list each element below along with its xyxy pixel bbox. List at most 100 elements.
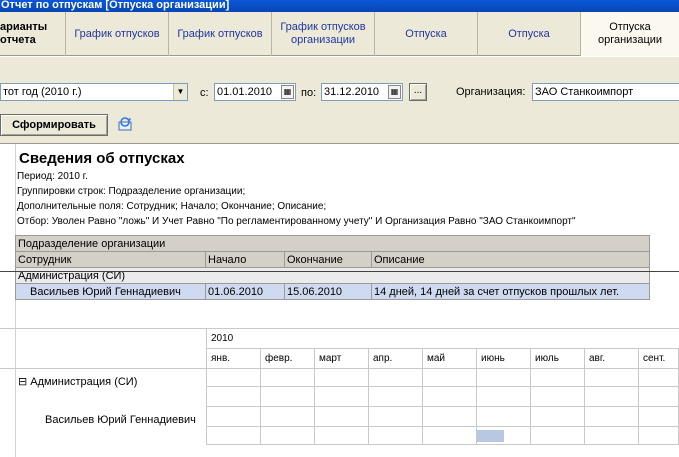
column-header: Описание (371, 251, 650, 268)
calendar-cell (585, 387, 639, 407)
from-date-field[interactable]: 01.01.2010 ▦ (214, 83, 296, 101)
tab-vacations-1[interactable]: Отпуска (375, 12, 478, 56)
calendar-month-label: июль (535, 353, 559, 364)
calendar-month-header: июль (531, 349, 585, 369)
calendar-cell (369, 407, 423, 427)
calendar-cell (207, 387, 261, 407)
report-area: Сведения об отпусках Период: 2010 г. Гру… (0, 143, 679, 457)
calendar-cell (477, 387, 531, 407)
calendar-dept-name: Администрация (СИ) (30, 376, 138, 388)
calendar-label-cell (0, 387, 207, 407)
calendar-cell (531, 369, 585, 387)
calendar-cell (207, 407, 261, 427)
tab-label: Отпуска организации (597, 21, 663, 46)
calendar-month-header: сент. (639, 349, 679, 369)
to-date-field[interactable]: 31.12.2010 ▦ (321, 83, 403, 101)
calendar-cell (261, 407, 315, 427)
tab-org-vacations[interactable]: Отпуска организации (581, 12, 679, 56)
calendar-cell (315, 369, 369, 387)
calendar-cell (531, 427, 585, 445)
tab-label: Отпуска (405, 27, 447, 40)
calendar-month-label: июнь (481, 353, 505, 364)
report-grouping: Группировки строк: Подразделение организ… (17, 186, 246, 197)
org-value: ЗАО Станкоимпорт (535, 86, 634, 98)
calendar-month-label: апр. (373, 353, 393, 364)
period-select[interactable]: тот год (2010 г.) ▼ (0, 83, 188, 101)
report-title: Сведения об отпусках (19, 150, 185, 167)
generate-button[interactable]: Сформировать (0, 114, 108, 136)
calendar-cell (585, 369, 639, 387)
tab-label: арианты отчета (0, 21, 48, 46)
chevron-down-icon[interactable]: ▼ (173, 84, 187, 100)
from-label: с: (200, 87, 209, 99)
calendar-cell (639, 369, 679, 387)
collapse-icon[interactable]: ⊟ (18, 376, 27, 388)
end-cell: 15.06.2010 (284, 283, 372, 300)
tab-vacations-2[interactable]: Отпуска (478, 12, 581, 56)
report-filter: Отбор: Уволен Равно "ложь" И Учет Равно … (17, 216, 576, 227)
tab-label: График отпусков (177, 27, 263, 40)
calendar-month-header: апр. (369, 349, 423, 369)
table-row[interactable]: Васильев Юрий Геннадиевич 01.06.2010 15.… (15, 283, 650, 300)
calendar-cell (207, 427, 261, 445)
calendar-month-header: май (423, 349, 477, 369)
tab-vacation-schedule-1[interactable]: График отпусков (66, 12, 169, 56)
dept-row[interactable]: Администрация (СИ) (15, 267, 650, 284)
dept-cell: Администрация (СИ) (15, 267, 650, 284)
calendar-cell (369, 387, 423, 407)
calendar-cell (639, 407, 679, 427)
calendar-cell (531, 387, 585, 407)
calendar-month-label: февр. (265, 353, 293, 364)
calendar-cell (369, 369, 423, 387)
to-date-value: 31.12.2010 (324, 86, 380, 98)
tab-label: График отпусков организации (280, 21, 366, 46)
calendar-icon[interactable]: ▦ (281, 85, 294, 99)
tab-strip: арианты отчета График отпусков График от… (0, 12, 679, 56)
calendar-year-header: 2010 (207, 329, 679, 349)
calendar-year: 2010 (211, 333, 234, 344)
calendar-cell (585, 407, 639, 427)
calendar-corner (0, 329, 207, 369)
divider (0, 271, 679, 272)
calendar-cell (423, 427, 477, 445)
report-fields: Дополнительные поля: Сотрудник; Начало; … (17, 201, 327, 212)
calendar-cell (477, 407, 531, 427)
calendar-cell (315, 387, 369, 407)
calendar-cell (315, 407, 369, 427)
calendar-cell (423, 387, 477, 407)
calendar-cell (423, 369, 477, 387)
calendar-label-cell (0, 427, 207, 445)
tab-report-variants[interactable]: арианты отчета (0, 12, 66, 56)
group-header-cell: Подразделение организации (15, 235, 650, 252)
vacation-bar[interactable] (477, 430, 504, 442)
tab-org-vacation-schedule[interactable]: График отпусков организации (272, 12, 375, 56)
org-field[interactable]: ЗАО Станкоимпорт (532, 83, 679, 101)
start-cell: 01.06.2010 (205, 283, 285, 300)
calendar-cell (369, 427, 423, 445)
calendar-dept-label[interactable]: ⊟ Администрация (СИ) (18, 376, 137, 388)
description-cell: 14 дней, 14 дней за счет отпусков прошлы… (371, 283, 650, 300)
calendar-cell (261, 369, 315, 387)
calendar-month-header: янв. (207, 349, 261, 369)
group-header-row: Подразделение организации (15, 235, 650, 252)
to-label: по: (301, 87, 317, 99)
calendar-cell (261, 427, 315, 445)
column-header: Начало (205, 251, 285, 268)
report-period: Период: 2010 г. (17, 171, 88, 182)
window-title: Отчет по отпускам [Отпуска организации] (0, 0, 679, 12)
calendar-cell (639, 387, 679, 407)
calendar-icon[interactable]: ▦ (388, 85, 401, 99)
calendar-cell (639, 427, 679, 445)
calendar-cell (477, 369, 531, 387)
calendar-month-header: июнь (477, 349, 531, 369)
calendar-cell (531, 407, 585, 427)
calendar-employee-label: Васильев Юрий Геннадиевич (45, 414, 196, 426)
report-settings-icon[interactable] (117, 116, 135, 132)
calendar-cell (423, 407, 477, 427)
calendar-month-header: февр. (261, 349, 315, 369)
tab-vacation-schedule-2[interactable]: График отпусков (169, 12, 272, 56)
employee-cell: Васильев Юрий Геннадиевич (15, 283, 206, 300)
period-settings-button[interactable]: ... (409, 83, 427, 101)
calendar-grid: 2010 янв. февр. март апр. май июнь июль авг. сен… (0, 328, 679, 457)
calendar-cell (585, 427, 639, 445)
